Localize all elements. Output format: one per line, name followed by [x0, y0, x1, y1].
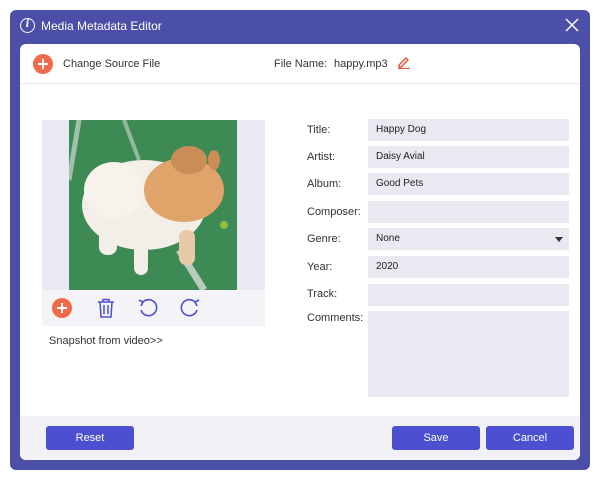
genre-select[interactable]: None	[368, 228, 569, 250]
info-icon: i	[20, 18, 35, 33]
trash-icon[interactable]	[94, 296, 118, 320]
composer-input[interactable]	[368, 201, 569, 223]
cover-art-panel	[42, 120, 265, 326]
artist-input[interactable]: Daisy Avial	[368, 146, 569, 168]
comments-textarea[interactable]	[368, 311, 569, 397]
file-name-label: File Name:	[274, 58, 328, 70]
cover-toolbar	[42, 290, 265, 326]
album-label: Album:	[307, 178, 342, 190]
footer-bar: Reset Save Cancel	[20, 416, 580, 460]
change-source-add-icon[interactable]	[33, 54, 53, 74]
editor-panel: Change Source File File Name: happy.mp3	[20, 44, 580, 460]
cancel-button[interactable]: Cancel	[486, 426, 574, 450]
track-label: Track:	[307, 288, 338, 300]
reset-button[interactable]: Reset	[46, 426, 134, 450]
rotate-right-icon[interactable]	[178, 296, 202, 320]
cover-image[interactable]	[69, 120, 237, 290]
title-bar: i Media Metadata Editor	[10, 10, 590, 42]
year-input[interactable]: 2020	[368, 256, 569, 278]
track-input[interactable]	[368, 284, 569, 306]
source-bar: Change Source File File Name: happy.mp3	[20, 44, 580, 84]
chevron-down-icon	[555, 237, 563, 242]
comments-label: Comments:	[307, 312, 364, 324]
artist-label: Artist:	[307, 151, 336, 163]
snapshot-from-video-link[interactable]: Snapshot from video>>	[49, 335, 163, 347]
change-source-button[interactable]: Change Source File	[63, 58, 160, 70]
album-input[interactable]: Good Pets	[368, 173, 569, 195]
window-title: Media Metadata Editor	[41, 19, 162, 33]
rotate-left-icon[interactable]	[136, 296, 160, 320]
close-icon[interactable]	[564, 17, 580, 33]
genre-selected-value: None	[376, 233, 400, 244]
year-label: Year:	[307, 261, 333, 273]
composer-label: Composer:	[307, 206, 361, 218]
pencil-icon[interactable]	[397, 55, 411, 69]
save-button[interactable]: Save	[392, 426, 480, 450]
genre-label: Genre:	[307, 233, 341, 245]
title-label: Title:	[307, 124, 331, 136]
editor-window: i Media Metadata Editor Change Source Fi…	[10, 10, 590, 470]
file-name-value: happy.mp3	[334, 58, 388, 70]
add-icon[interactable]	[50, 296, 74, 320]
title-input[interactable]: Happy Dog	[368, 119, 569, 141]
